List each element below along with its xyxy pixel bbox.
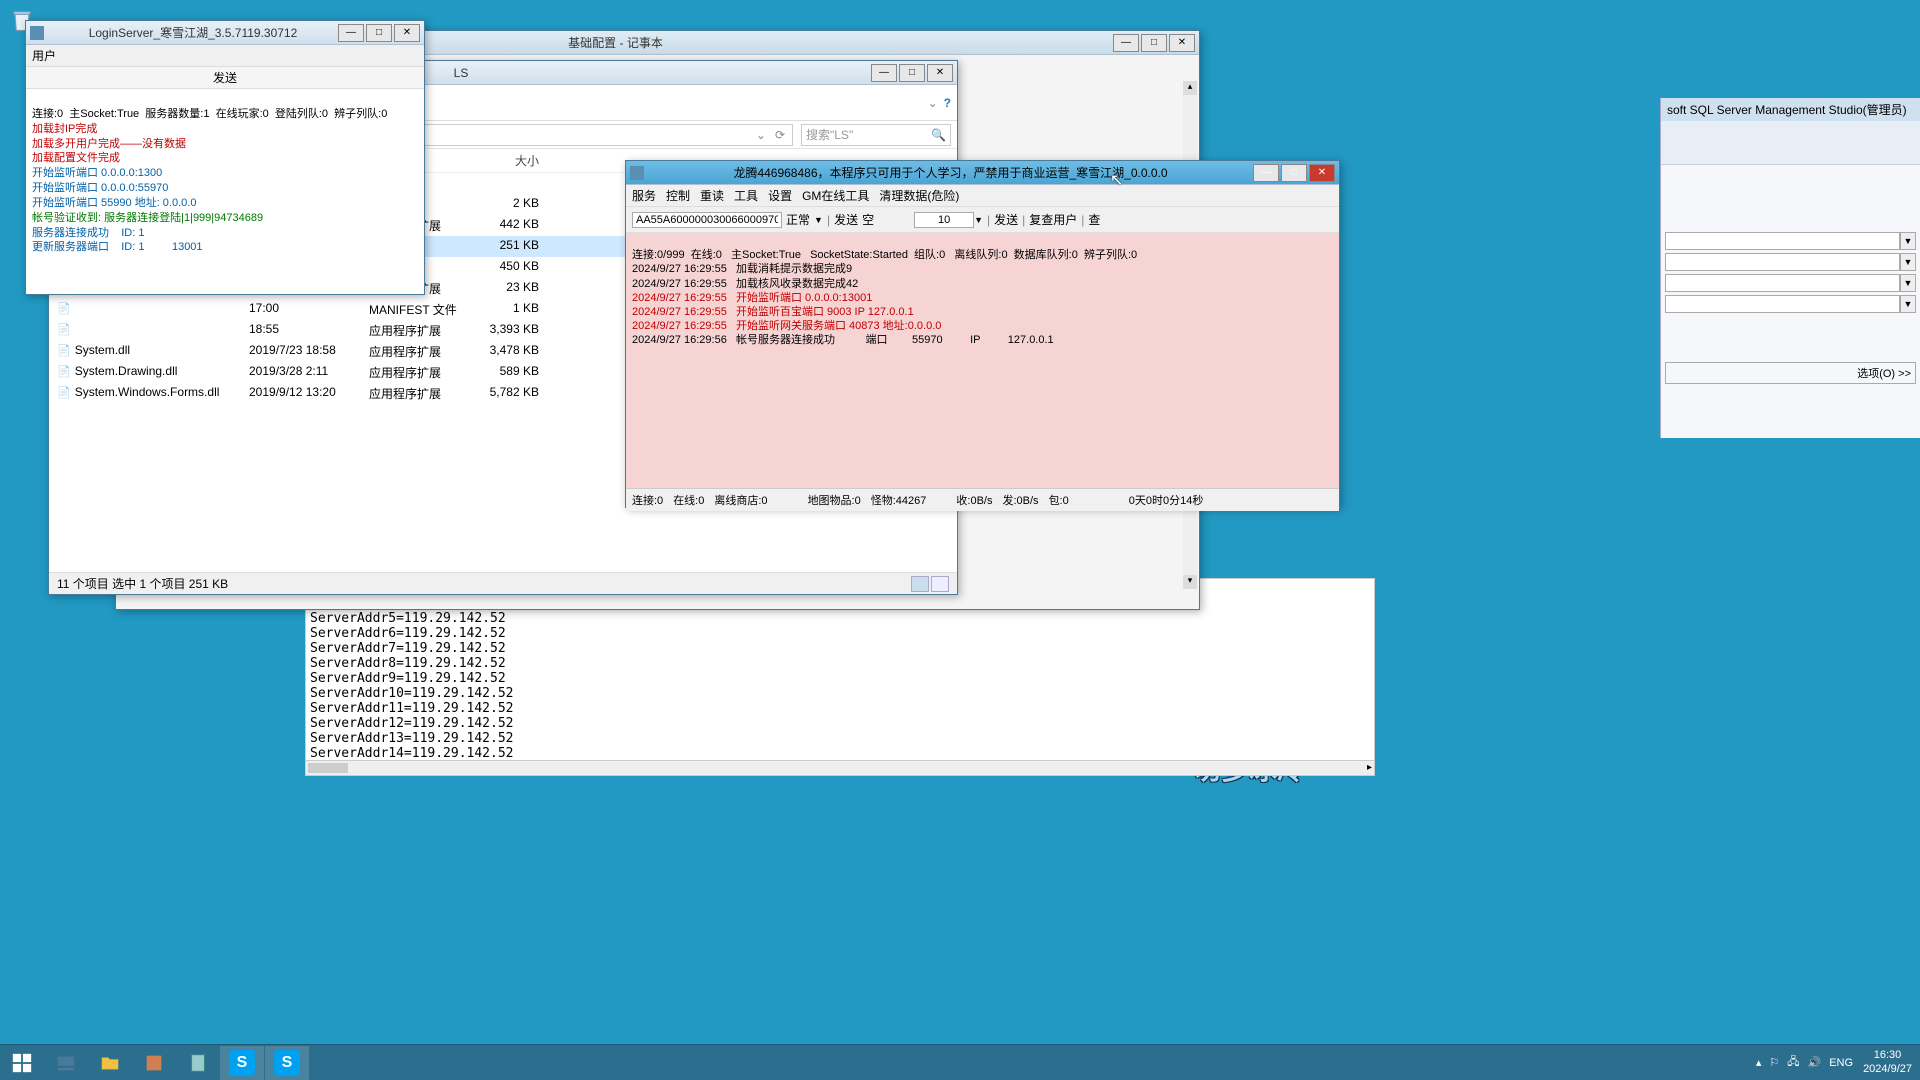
taskbar-explorer[interactable] xyxy=(88,1046,132,1080)
maximize-button[interactable]: □ xyxy=(899,64,925,82)
tray-time: 16:30 xyxy=(1863,1049,1912,1062)
menu-item[interactable]: 工具 xyxy=(734,189,758,203)
tray-volume-icon[interactable]: 🔊 xyxy=(1808,1056,1822,1069)
taskbar-s-app-2[interactable]: S xyxy=(265,1046,309,1080)
send-button-1[interactable]: 发送 xyxy=(834,211,858,228)
minimize-button[interactable]: — xyxy=(871,64,897,82)
search-input[interactable]: 搜索"LS" 🔍 xyxy=(801,124,951,146)
close-button[interactable]: ✕ xyxy=(394,24,420,42)
gameserver-statusbar: 连接:0在线:0离线商店:0 地图物品:0怪物:44267 收:0B/s发:0B… xyxy=(626,488,1339,511)
gameserver-title: 龙腾446968486，本程序只可用于个人学习，严禁用于商业运营_寒雪江湖_0.… xyxy=(650,164,1251,181)
ssms-title: soft SQL Server Management Studio(管理员) xyxy=(1661,98,1920,121)
loginserver-menubar[interactable]: 用户 xyxy=(26,45,424,67)
help-icon[interactable]: ? xyxy=(944,96,951,110)
query-button[interactable]: 查 xyxy=(1088,211,1100,228)
maximize-button[interactable]: □ xyxy=(1281,164,1307,182)
view-icons-button[interactable] xyxy=(931,576,949,592)
gameserver-window: 龙腾446968486，本程序只可用于个人学习，严禁用于商业运营_寒雪江湖_0.… xyxy=(625,160,1340,508)
tray-network-icon[interactable]: 🖧 xyxy=(1787,1053,1799,1072)
ssms-options-button[interactable]: 选项(O) >> xyxy=(1665,362,1916,384)
start-button[interactable] xyxy=(0,1046,44,1080)
tray-ime[interactable]: ENG xyxy=(1829,1057,1853,1069)
close-button[interactable]: ✕ xyxy=(1169,34,1195,52)
taskbar-server-manager[interactable] xyxy=(44,1046,88,1080)
menu-item[interactable]: 控制 xyxy=(666,189,690,203)
menu-item[interactable]: GM在线工具 xyxy=(802,189,869,203)
minimize-button[interactable]: — xyxy=(1113,34,1139,52)
breadcrumb-dropdown-icon[interactable]: ⌄ xyxy=(756,128,766,142)
close-button[interactable]: ✕ xyxy=(1309,164,1335,182)
minimize-button[interactable]: — xyxy=(338,24,364,42)
send-button-2[interactable]: 发送 xyxy=(994,211,1018,228)
state-label: 正常 xyxy=(786,211,810,228)
app-icon xyxy=(630,166,644,180)
loginserver-send-row[interactable]: 发送 xyxy=(26,67,424,89)
taskbar[interactable]: S S ▴ ⚐ 🖧 🔊 ENG 16:30 2024/9/27 xyxy=(0,1044,1920,1080)
view-details-button[interactable] xyxy=(911,576,929,592)
maximize-button[interactable]: □ xyxy=(1141,34,1167,52)
menu-item[interactable]: 清理数据(危险) xyxy=(879,189,959,203)
tray-date: 2024/9/27 xyxy=(1863,1063,1912,1076)
loginserver-title: LoginServer_寒雪江湖_3.5.7119.30712 xyxy=(50,24,336,41)
hex-input[interactable] xyxy=(632,212,782,228)
ssms-combo-2[interactable]: ▼ xyxy=(1665,253,1916,271)
maximize-button[interactable]: □ xyxy=(366,24,392,42)
loginserver-window: LoginServer_寒雪江湖_3.5.7119.30712 — □ ✕ 用户… xyxy=(25,20,425,295)
gameserver-toolbar: 正常 ▼ | 发送 空 ▼ | 发送 | 复查用户 | 查 xyxy=(626,207,1339,233)
taskbar-notepad[interactable] xyxy=(176,1046,220,1080)
col-size[interactable]: 大小 xyxy=(479,152,549,169)
tray-flag-icon[interactable]: ⚐ xyxy=(1769,1056,1779,1069)
count-input[interactable] xyxy=(914,212,974,228)
menu-item[interactable]: 重读 xyxy=(700,189,724,203)
app-icon xyxy=(30,26,44,40)
tray-chevron-icon[interactable]: ▴ xyxy=(1756,1056,1762,1069)
ssms-combo-4[interactable]: ▼ xyxy=(1665,295,1916,313)
empty-label: 空 xyxy=(862,211,874,228)
gameserver-menubar[interactable]: 服务控制重读工具设置 GM在线工具清理数据(危险) xyxy=(626,185,1339,207)
minimize-button[interactable]: — xyxy=(1253,164,1279,182)
refresh-icon[interactable]: ⟳ xyxy=(775,128,785,142)
explorer-statusbar: 11 个项目 选中 1 个项目 251 KB xyxy=(49,572,957,594)
search-placeholder: 搜索"LS" xyxy=(806,126,853,143)
menu-item[interactable]: 设置 xyxy=(768,189,792,203)
gameserver-titlebar[interactable]: 龙腾446968486，本程序只可用于个人学习，严禁用于商业运营_寒雪江湖_0.… xyxy=(626,161,1339,185)
menu-item[interactable]: 服务 xyxy=(632,189,656,203)
loginserver-titlebar[interactable]: LoginServer_寒雪江湖_3.5.7119.30712 — □ ✕ xyxy=(26,21,424,45)
gameserver-log: 连接:0/999 在线:0 主Socket:True SocketState:S… xyxy=(626,233,1339,488)
status-text: 11 个项目 选中 1 个项目 251 KB xyxy=(57,575,228,592)
notepad-hscroll[interactable]: ▸ xyxy=(305,760,1375,776)
ssms-combo-1[interactable]: ▼ xyxy=(1665,232,1916,250)
taskbar-app-1[interactable] xyxy=(132,1046,176,1080)
search-icon: 🔍 xyxy=(931,128,946,142)
taskbar-s-app-1[interactable]: S xyxy=(220,1046,264,1080)
loginserver-log: 连接:0 主Socket:True 服务器数量:1 在线玩家:0 登陆列队:0 … xyxy=(26,89,424,277)
tray-clock[interactable]: 16:30 2024/9/27 xyxy=(1863,1049,1912,1075)
close-button[interactable]: ✕ xyxy=(927,64,953,82)
recheck-user-button[interactable]: 复查用户 xyxy=(1029,211,1077,228)
ribbon-chevron-icon[interactable]: ⌄ xyxy=(928,96,938,110)
ssms-combo-3[interactable]: ▼ xyxy=(1665,274,1916,292)
cursor-icon: ↖ xyxy=(1110,170,1123,190)
ssms-window: soft SQL Server Management Studio(管理员) ▼… xyxy=(1660,98,1920,438)
system-tray[interactable]: ▴ ⚐ 🖧 🔊 ENG 16:30 2024/9/27 xyxy=(1752,1049,1920,1075)
menu-user[interactable]: 用户 xyxy=(32,49,56,63)
